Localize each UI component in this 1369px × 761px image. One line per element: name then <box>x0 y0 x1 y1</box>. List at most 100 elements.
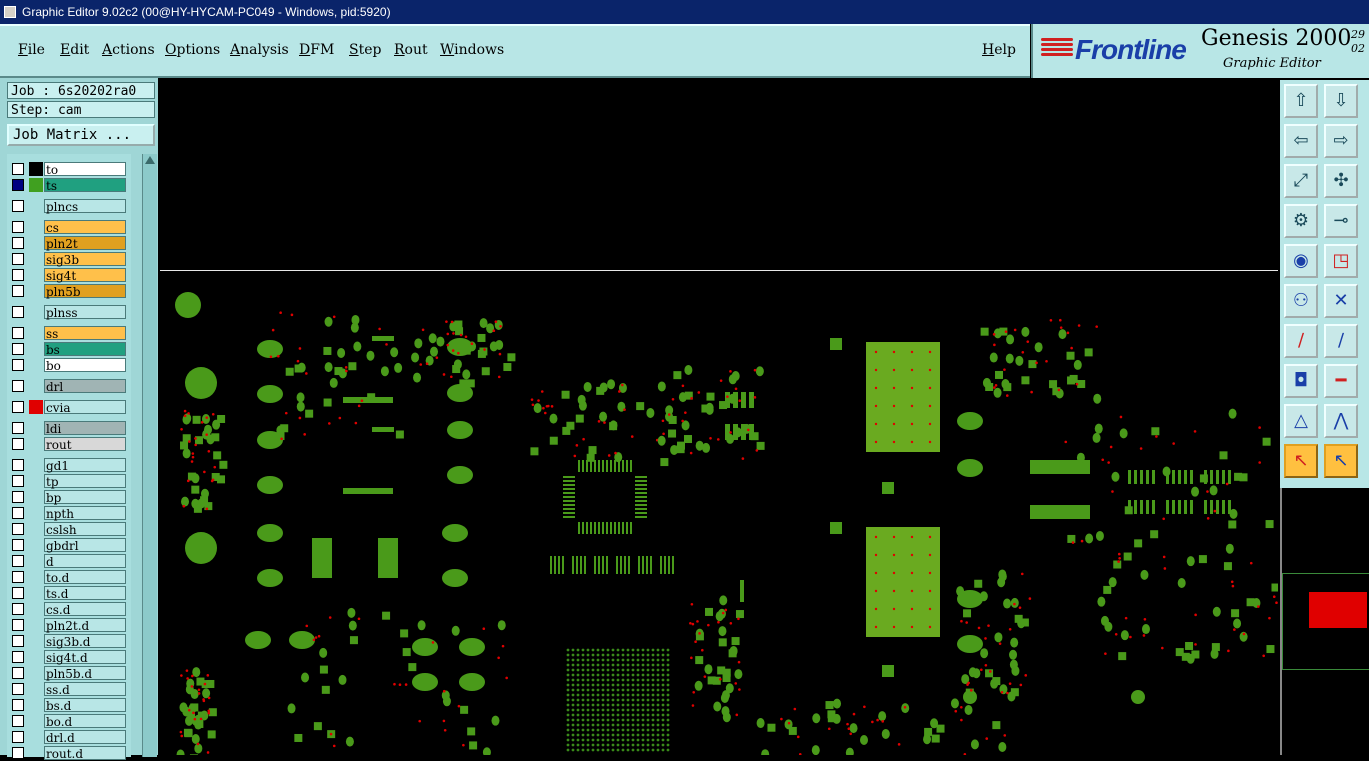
layer-checkbox[interactable] <box>12 539 24 551</box>
tool-button[interactable]: ⊸ <box>1324 204 1358 238</box>
layer-checkbox[interactable] <box>12 163 24 175</box>
tool-button[interactable]: ⤢ <box>1284 164 1318 198</box>
tool-button[interactable]: ↖ <box>1284 444 1318 478</box>
layer-checkbox[interactable] <box>12 683 24 695</box>
layer-name[interactable]: d <box>44 554 126 569</box>
tool-button[interactable]: ✣ <box>1324 164 1358 198</box>
layer-row[interactable]: pln2t <box>7 236 127 251</box>
layer-checkbox[interactable] <box>12 651 24 663</box>
layer-row[interactable]: gd1 <box>7 458 127 473</box>
layer-checkbox[interactable] <box>12 343 24 355</box>
tool-button[interactable]: ◳ <box>1324 244 1358 278</box>
layer-row[interactable]: drl <box>7 379 127 394</box>
layer-row[interactable]: pln5b.d <box>7 666 127 681</box>
system-menu-icon[interactable] <box>4 6 16 18</box>
layer-checkbox[interactable] <box>12 253 24 265</box>
layer-scrollbar[interactable] <box>142 154 157 757</box>
layer-name[interactable]: pln2t <box>44 236 126 251</box>
layer-name[interactable]: to <box>44 162 126 177</box>
layer-row[interactable]: drl.d <box>7 730 127 745</box>
graphic-canvas[interactable] <box>160 80 1278 755</box>
menu-help[interactable]: Help <box>982 42 1016 58</box>
layer-checkbox[interactable] <box>12 507 24 519</box>
layer-checkbox[interactable] <box>12 571 24 583</box>
layer-row[interactable]: cvia <box>7 400 127 415</box>
layer-name[interactable]: cvia <box>44 400 126 415</box>
layer-checkbox[interactable] <box>12 619 24 631</box>
layer-row[interactable]: ts <box>7 178 127 193</box>
layer-checkbox[interactable] <box>12 699 24 711</box>
menu-edit[interactable]: Edit <box>60 42 89 58</box>
layer-row[interactable]: bp <box>7 490 127 505</box>
layer-name[interactable]: ts.d <box>44 586 126 601</box>
tool-button[interactable]: ⚙ <box>1284 204 1318 238</box>
layer-checkbox[interactable] <box>12 269 24 281</box>
tool-button[interactable]: ⋀ <box>1324 404 1358 438</box>
layer-checkbox[interactable] <box>12 380 24 392</box>
layer-row[interactable]: rout.d <box>7 746 127 761</box>
layer-row[interactable]: bs <box>7 342 127 357</box>
layer-row[interactable]: tp <box>7 474 127 489</box>
scroll-up-icon[interactable] <box>145 156 155 164</box>
layer-name[interactable]: cs.d <box>44 602 126 617</box>
layer-checkbox[interactable] <box>12 459 24 471</box>
layer-name[interactable]: gbdrl <box>44 538 126 553</box>
layer-name[interactable]: bo.d <box>44 714 126 729</box>
layer-row[interactable]: cs <box>7 220 127 235</box>
layer-row[interactable]: npth <box>7 506 127 521</box>
layer-row[interactable]: ts.d <box>7 586 127 601</box>
layer-checkbox[interactable] <box>12 327 24 339</box>
layer-checkbox[interactable] <box>12 603 24 615</box>
layer-checkbox[interactable] <box>12 475 24 487</box>
layer-row[interactable]: pln2t.d <box>7 618 127 633</box>
menu-step[interactable]: Step <box>349 42 381 58</box>
layer-row[interactable]: ss <box>7 326 127 341</box>
tool-button[interactable]: ⚇ <box>1284 284 1318 318</box>
layer-checkbox[interactable] <box>12 237 24 249</box>
layer-name[interactable]: ss <box>44 326 126 341</box>
tool-button[interactable]: ━ <box>1324 364 1358 398</box>
layer-name[interactable]: pln5b <box>44 284 126 299</box>
layer-name[interactable]: ldi <box>44 421 126 436</box>
layer-name[interactable]: cs <box>44 220 126 235</box>
layer-name[interactable]: sig4t.d <box>44 650 126 665</box>
menu-options[interactable]: Options <box>165 42 220 58</box>
layer-row[interactable]: sig3b <box>7 252 127 267</box>
layer-row[interactable]: gbdrl <box>7 538 127 553</box>
layer-checkbox[interactable] <box>12 221 24 233</box>
layer-row[interactable]: plnss <box>7 305 127 320</box>
layer-name[interactable]: pln2t.d <box>44 618 126 633</box>
layer-name[interactable]: tp <box>44 474 126 489</box>
layer-row[interactable]: plncs <box>7 199 127 214</box>
overview-window[interactable] <box>1280 488 1369 755</box>
tool-button[interactable]: ◉ <box>1284 244 1318 278</box>
layer-checkbox[interactable] <box>12 587 24 599</box>
layer-name[interactable]: bs <box>44 342 126 357</box>
layer-name[interactable]: plncs <box>44 199 126 214</box>
layer-row[interactable]: rout <box>7 437 127 452</box>
layer-checkbox[interactable] <box>12 635 24 647</box>
layer-name[interactable]: to.d <box>44 570 126 585</box>
menu-windows[interactable]: Windows <box>440 42 504 58</box>
menu-actions[interactable]: Actions <box>102 42 155 58</box>
layer-name[interactable]: plnss <box>44 305 126 320</box>
layer-name[interactable]: sig3b.d <box>44 634 126 649</box>
layer-name[interactable]: bp <box>44 490 126 505</box>
menu-rout[interactable]: Rout <box>394 42 428 58</box>
layer-checkbox[interactable] <box>12 179 24 191</box>
layer-row[interactable]: to.d <box>7 570 127 585</box>
layer-name[interactable]: ts <box>44 178 126 193</box>
tool-button[interactable]: ⇦ <box>1284 124 1318 158</box>
layer-name[interactable]: ss.d <box>44 682 126 697</box>
layer-checkbox[interactable] <box>12 285 24 297</box>
layer-checkbox[interactable] <box>12 555 24 567</box>
layer-checkbox[interactable] <box>12 731 24 743</box>
layer-row[interactable]: cs.d <box>7 602 127 617</box>
layer-row[interactable]: d <box>7 554 127 569</box>
layer-row[interactable]: sig3b.d <box>7 634 127 649</box>
job-matrix-button[interactable]: Job Matrix ... <box>7 124 155 146</box>
layer-checkbox[interactable] <box>12 715 24 727</box>
tool-button[interactable]: ∕ <box>1324 324 1358 358</box>
layer-checkbox[interactable] <box>12 491 24 503</box>
layer-checkbox[interactable] <box>12 667 24 679</box>
